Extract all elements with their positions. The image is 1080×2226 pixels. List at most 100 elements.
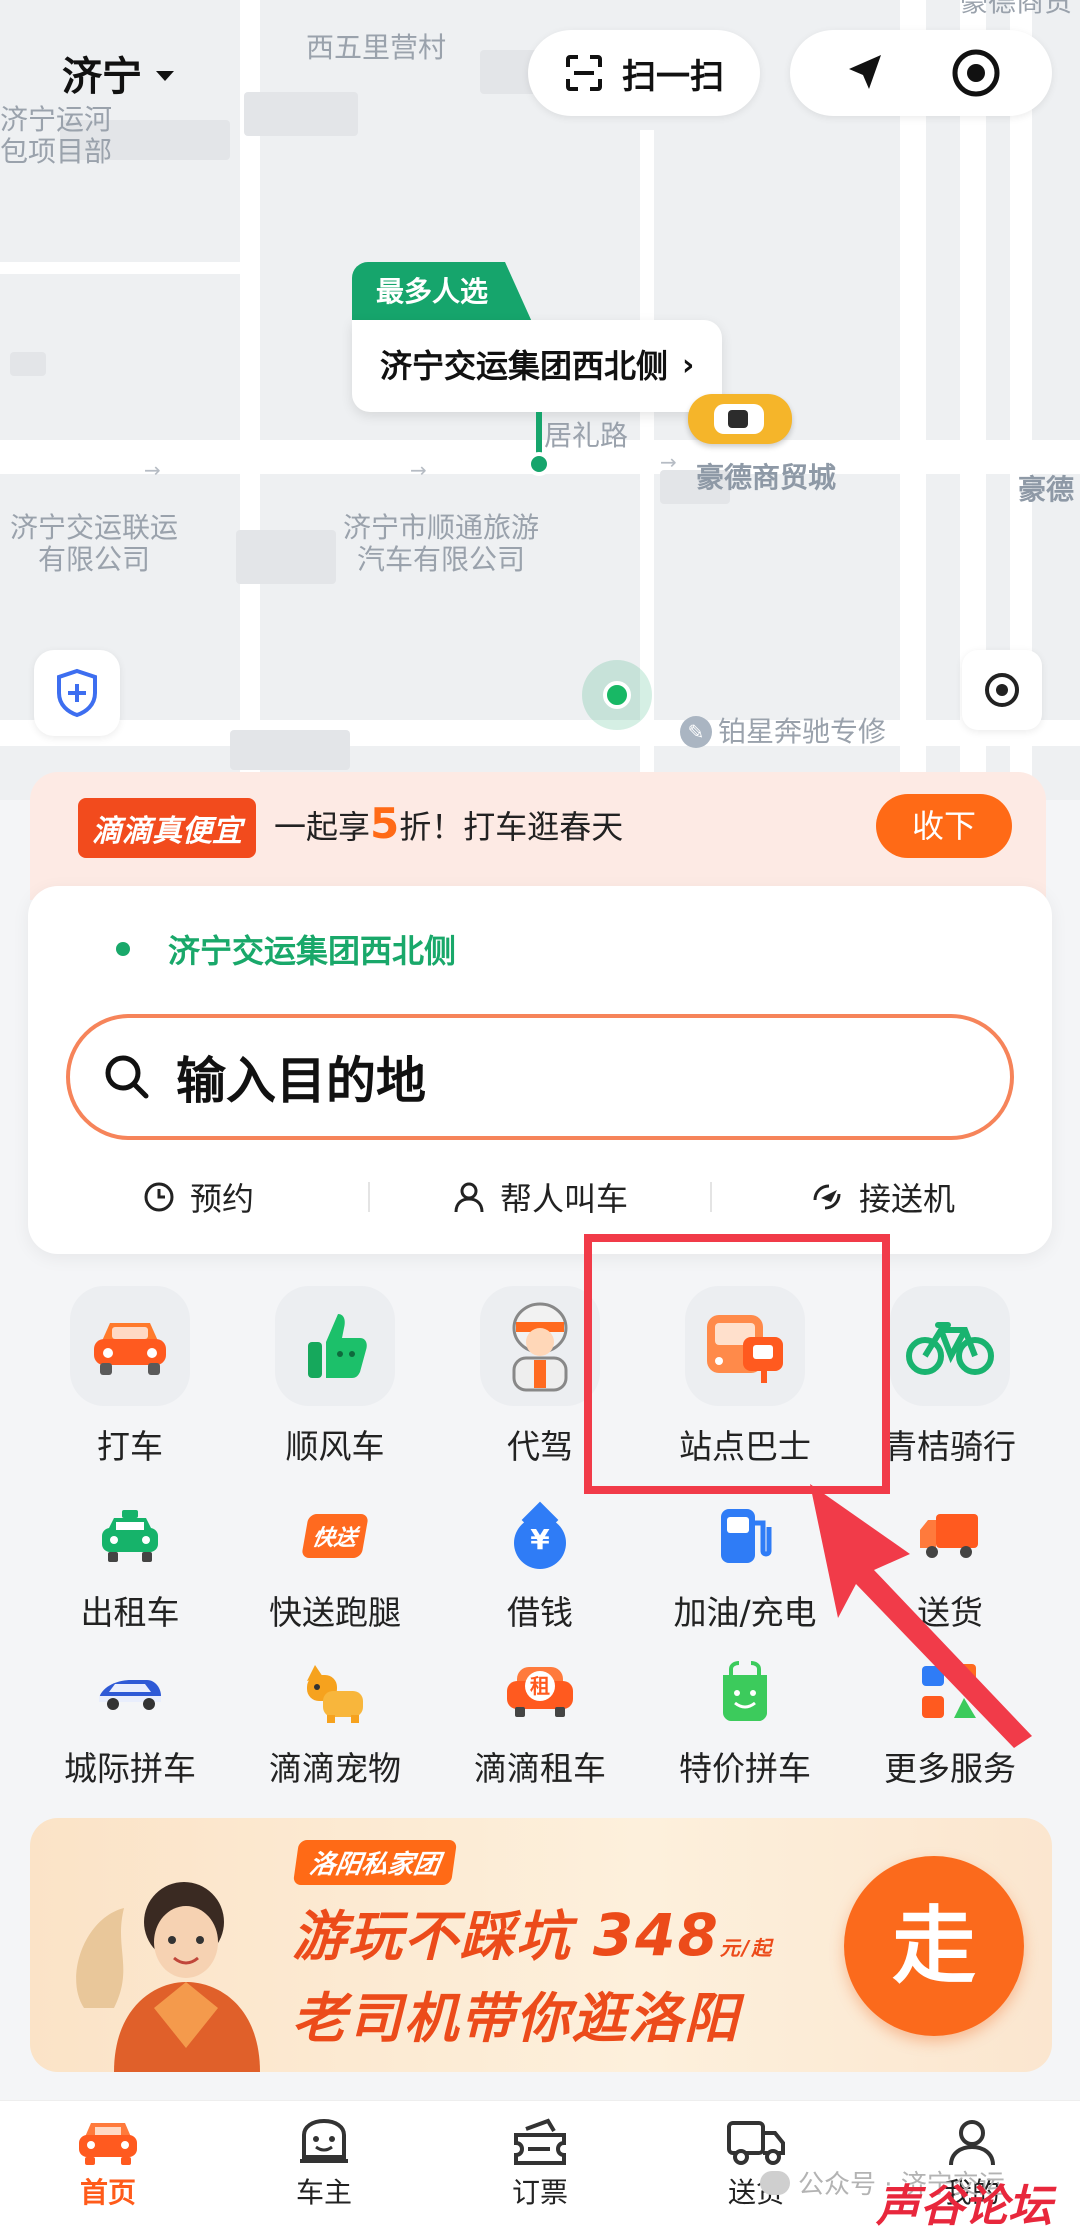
map-direction-arrow: → [144,458,161,482]
pickup-tag: 最多人选 [352,262,533,322]
origin-field[interactable]: 济宁交运集团西北侧 [116,926,456,972]
nav-label: 订票 [511,2175,568,2209]
wechat-icon [760,2170,790,2195]
service-rental[interactable]: 租 滴滴租车 [440,1652,640,1790]
navigation-arrow-icon[interactable] [841,49,889,97]
banner-line2: 老司机带你逛洛阳 [292,1987,740,2050]
chevron-right-icon: › [682,348,695,383]
map-label-line: 济宁交运联运 [9,511,178,544]
current-location-dot [603,681,631,709]
promo-discount: 5 [370,799,400,848]
map-road [0,262,240,274]
destination-input[interactable]: 输入目的地 [66,1014,1014,1140]
rental-car: 租 [507,1667,573,1717]
service-express[interactable]: 快送 快送跑腿 [235,1496,435,1634]
safety-shield-button[interactable] [34,650,120,736]
driver-face-icon [300,2118,348,2163]
airplane-icon [813,1184,841,1210]
promo-banner[interactable]: 洛阳私家团 游玩不踩坑 348元/起 老司机带你逛洛阳 走 [30,1818,1052,2072]
shield-icon [57,668,97,718]
map-label-mall: 豪德商贸城 [696,461,837,494]
target-icon[interactable] [950,47,1002,99]
origin-dot-icon [116,942,130,956]
city-name: 济宁 [62,54,142,100]
banner-go-button[interactable]: 走 [844,1856,1024,2036]
map-view[interactable]: → → → 西五里营村 豪德商贸 济宁运河 包项目部 居礼路 豪德商贸城 豪德 … [0,0,1080,800]
airport-transfer-button[interactable]: 接送机 [712,1174,1052,1220]
home-car-icon [79,2122,137,2165]
wheel [555,1707,565,1717]
service-label: 城际拼车 [64,1749,196,1788]
airport-transfer-label: 接送机 [858,1180,955,1218]
nav-label: 首页 [79,2175,136,2209]
banner-line1: 游玩不踩坑 [292,1905,572,1968]
scan-label: 扫一扫 [622,56,724,97]
banner-price: 348 [592,1901,720,1969]
pickup-point-name: 济宁交运集团西北侧 [380,347,669,385]
promo-text: 一起享5折！打车逛春天 [274,798,623,853]
service-hitch[interactable]: 顺风车 [235,1286,435,1468]
banner-headline: 游玩不踩坑 348元/起 [292,1892,773,1971]
map-label-haode-top: 豪德商贸 [960,0,1073,18]
bicycle-icon [890,1286,1010,1406]
discount-carpool-icon [705,1652,785,1732]
map-label-line: 济宁市顺通旅游 [342,511,539,544]
service-ride[interactable]: 打车 [30,1286,230,1468]
user-icon [949,2119,995,2165]
recenter-button[interactable] [962,650,1042,730]
service-loan[interactable]: ¥ 借钱 [440,1496,640,1634]
service-taxi[interactable]: 出租车 [30,1496,230,1634]
nav-tickets[interactable]: 订票 [432,2101,648,2226]
collapse-button[interactable]: 收下 [876,794,1012,858]
nav-home[interactable]: 首页 [0,2101,216,2226]
quick-actions: 预约 帮人叫车 接送机 [28,1162,1052,1232]
banner-price-unit: 元/起 [719,1936,774,1960]
map-building [10,352,46,376]
clock-icon [144,1182,174,1212]
nav-driver[interactable]: 车主 [216,2101,432,2226]
map-road [900,0,926,800]
ride-card: 济宁交运集团西北侧 输入目的地 预约 帮人叫车 接送机 [28,886,1052,1254]
map-building [244,92,358,136]
intercity-car-icon [90,1652,170,1732]
service-intercity[interactable]: 城际拼车 [30,1652,230,1790]
service-pet[interactable]: 滴滴宠物 [235,1652,435,1790]
service-label: 滴滴租车 [474,1749,606,1788]
schedule-label: 预约 [189,1180,254,1218]
rental-badge: 租 [525,1671,555,1701]
schedule-button[interactable]: 预约 [28,1174,368,1220]
person-icon [454,1182,484,1213]
map-label-line: 包项目部 [0,135,113,168]
scan-icon [566,55,602,91]
call-for-others-button[interactable]: 帮人叫车 [370,1174,710,1220]
car-icon [70,1286,190,1406]
map-label-line: 有限公司 [37,543,150,576]
pickup-point-bubble[interactable]: 济宁交运集团西北侧 › [352,320,723,412]
map-building [236,530,336,584]
scan-button[interactable]: 扫一扫 [528,30,760,116]
target-icon [985,673,1019,707]
map-direction-arrow: → [660,450,677,474]
city-selector[interactable]: 济宁 [62,44,174,102]
loan-icon: ¥ [500,1496,580,1576]
service-label: 滴滴宠物 [269,1749,401,1788]
annotation-arrow [810,1484,1032,1748]
car-roof [728,410,748,428]
nav-label: 车主 [295,2175,352,2209]
map-label-road: 居礼路 [544,419,629,452]
map-label-text: 铂星奔驰专修 [718,715,887,748]
map-label-village: 西五里营村 [306,31,447,64]
promo-strip[interactable]: 滴滴真便宜 一起享5折！打车逛春天 收下 [30,772,1046,900]
map-label-canal-project: 济宁运河 包项目部 [0,104,112,168]
destination-placeholder: 输入目的地 [176,1052,426,1110]
call-for-others-label: 帮人叫车 [499,1180,628,1218]
search-icon [105,1055,149,1099]
map-label-line: 汽车有限公司 [356,543,525,576]
ticket-icon [514,2118,566,2165]
pickup-pin-icon [527,452,551,476]
map-building [230,730,350,770]
map-label-repair: ✎ 铂星奔驰专修 [680,716,886,748]
car-marker-icon [688,394,792,444]
truck-icon [727,2120,785,2165]
promo-text-before: 一起享 [274,808,371,846]
